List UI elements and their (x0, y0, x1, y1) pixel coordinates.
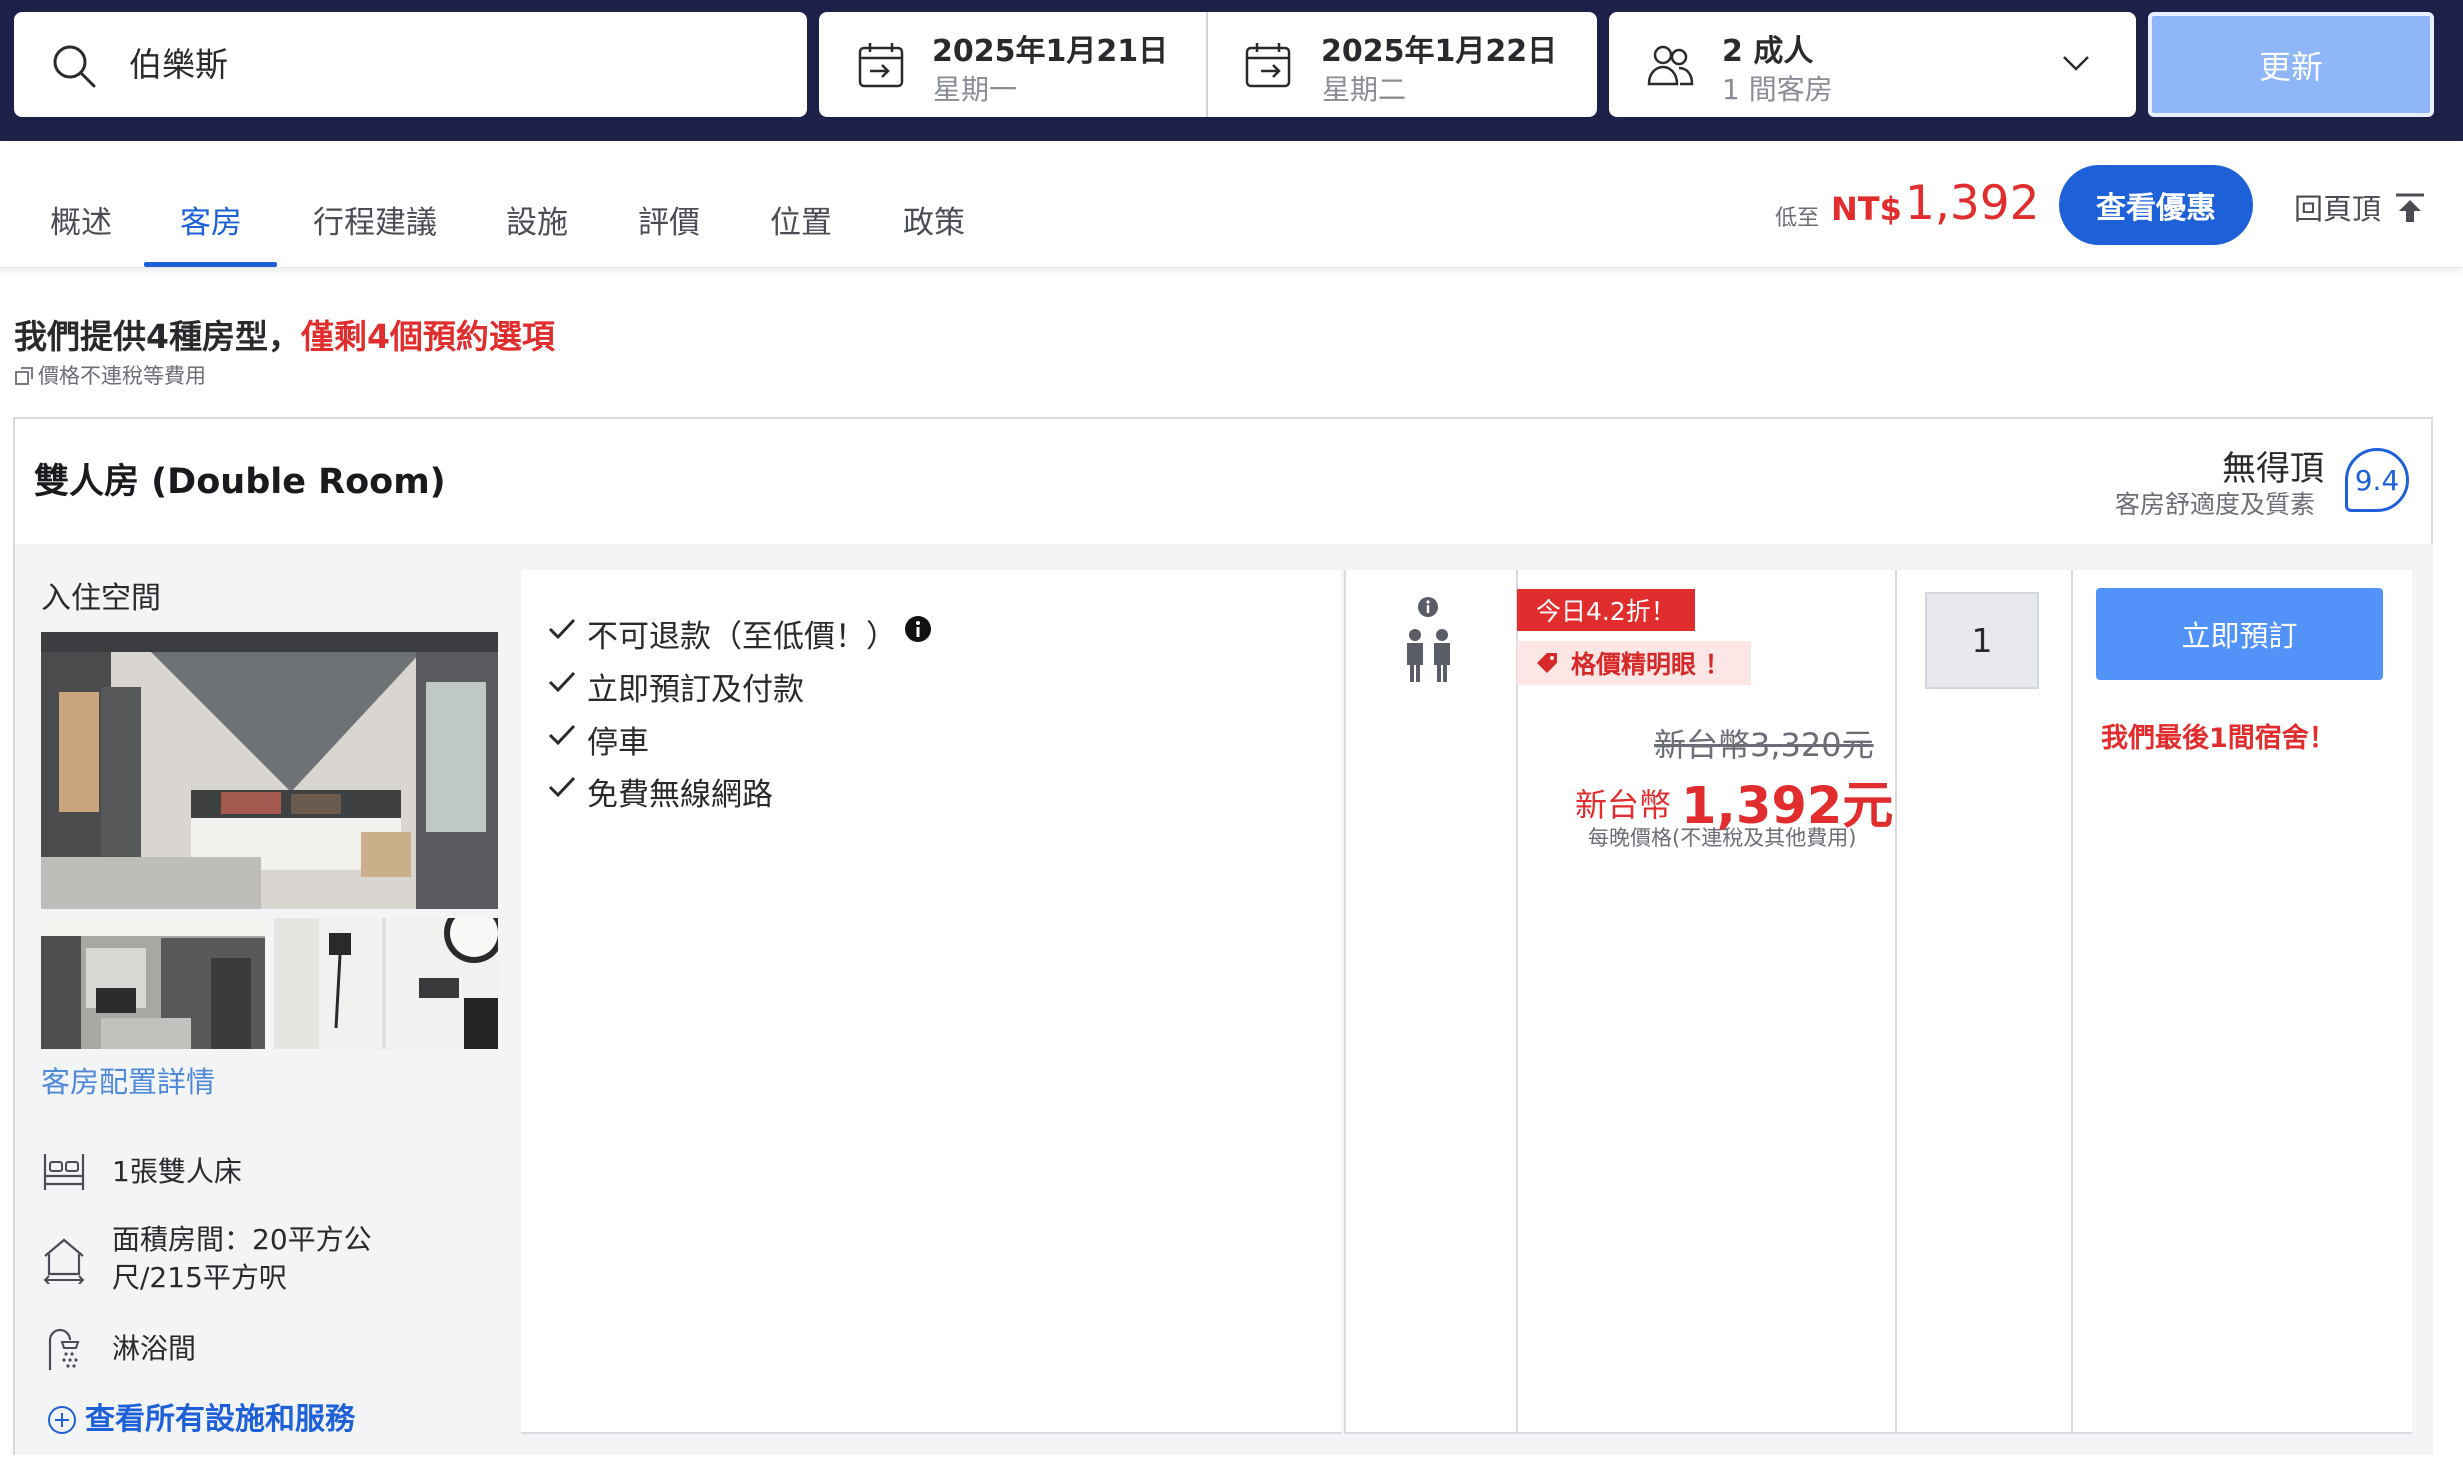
room-photo-main[interactable] (41, 632, 498, 909)
calendar-checkout-icon (1245, 43, 1291, 88)
house-icon (43, 1238, 85, 1284)
search-icon (53, 45, 96, 88)
condition-pay-now: 立即預訂及付款 (587, 672, 804, 708)
date-picker: 2025年1月21日 星期一 2025年1月22日 星期二 (819, 12, 1597, 117)
last-room-warning: 我們最後1間宿舍！ (2101, 723, 2336, 754)
condition-nonrefundable: 不可退款（至低價！） (587, 619, 897, 655)
room-thumb-2-image (274, 918, 498, 1049)
back-to-top-label: 回頁頂 (2294, 192, 2382, 226)
room-space-label: 入住空間 (41, 581, 161, 616)
room-title: 雙人房 (Double Room) (34, 462, 446, 502)
tab-reviews[interactable]: 評價 (638, 197, 700, 242)
tab-location[interactable]: 位置 (770, 197, 832, 242)
room-count-heading: 我們提供4種房型，僅剩4個預約選項 (14, 310, 555, 358)
occupancy-selector[interactable]: 2 成人 1 間客房 (1609, 12, 2136, 117)
calendar-checkin-icon (858, 43, 904, 88)
destination-text: 伯樂斯 (129, 45, 228, 84)
plus-circle-icon (48, 1406, 76, 1434)
room-count-text: 我們提供4種房型， (14, 317, 301, 356)
room-photo-image (41, 632, 498, 909)
bed-icon (43, 1154, 85, 1190)
info-icon[interactable] (904, 615, 932, 643)
tax-note: 價格不連稅等費用 (14, 360, 206, 390)
tab-facilities[interactable]: 設施 (506, 197, 568, 242)
per-night-note: 每晚價格(不連稅及其他費用) (1588, 826, 1857, 850)
chevron-down-icon (2063, 56, 2089, 71)
options-remaining-text: 僅剩4個預約選項 (300, 317, 555, 356)
see-all-facilities-link[interactable]: 查看所有設施和服務 (47, 1394, 355, 1438)
great-value-badge: 格價精明眼 ！ (1517, 641, 1751, 685)
check-icon (548, 776, 576, 798)
check-icon (548, 671, 576, 693)
room-photo-thumb-1[interactable] (41, 918, 265, 1049)
room-booking-column (2071, 570, 2412, 1434)
guests-icon (1647, 45, 1694, 86)
today-discount-badge: 今日4.2折！ (1517, 589, 1695, 631)
search-bar: 伯樂斯 2025年1月21日 星期一 2025年1月22日 星期二 2 成人 1… (0, 0, 2463, 141)
bed-feature-text: 1張雙人床 (112, 1155, 242, 1188)
price-tag-icon (1537, 653, 1557, 673)
checkin-weekday: 星期一 (933, 73, 1018, 106)
shower-feature-text: 淋浴間 (112, 1332, 197, 1365)
checkout-date: 2025年1月22日 (1321, 34, 1558, 69)
lowest-price-prefix: 低至 (1775, 206, 1820, 231)
check-icon (548, 618, 576, 640)
rooms-count: 1 間客房 (1722, 73, 1833, 106)
room-capacity-column (1344, 570, 1516, 1434)
checkout-field[interactable]: 2025年1月22日 星期二 (1208, 12, 1597, 117)
capacity-info-icon[interactable] (1417, 596, 1439, 618)
condition-wifi: 免費無線網路 (587, 777, 773, 813)
active-tab-indicator (144, 262, 277, 267)
back-to-top-link[interactable]: 回頁頂 (2294, 186, 2426, 228)
external-note-icon (15, 367, 33, 385)
tab-itinerary[interactable]: 行程建議 (313, 197, 437, 242)
lowest-price-value: 1,392 (1905, 176, 2040, 231)
check-icon (548, 724, 576, 746)
arrow-up-icon (2396, 193, 2425, 222)
checkout-weekday: 星期二 (1322, 73, 1407, 106)
area-feature-text: 面積房間：20平方公尺/215平方呎 (112, 1223, 372, 1294)
original-price: 新台幣3,320元 (1654, 726, 1874, 764)
review-score-badge: 9.4 (2345, 448, 2409, 512)
review-word: 無得頂 (2222, 449, 2324, 489)
two-adults-icon (1407, 629, 1450, 682)
tab-policies[interactable]: 政策 (903, 197, 965, 242)
great-value-text: 格價精明眼 ！ (1571, 650, 1730, 679)
lowest-price-currency: NT$ (1831, 190, 1902, 228)
room-layout-detail-link[interactable]: 客房配置詳情 (41, 1059, 215, 1101)
tax-note-text: 價格不連稅等費用 (38, 364, 206, 388)
room-photo-thumb-2[interactable] (274, 918, 498, 1049)
room-quantity-column (1895, 570, 2071, 1434)
room-price-column (1516, 570, 1895, 1434)
destination-search-input[interactable]: 伯樂斯 (14, 12, 807, 117)
checkin-field[interactable]: 2025年1月21日 星期一 (819, 12, 1206, 117)
tab-overview[interactable]: 概述 (50, 197, 112, 242)
condition-parking: 停車 (587, 725, 649, 761)
guests-count: 2 成人 (1722, 34, 1814, 69)
shower-icon (48, 1328, 80, 1370)
see-all-label: 查看所有設施和服務 (85, 1402, 355, 1437)
update-button[interactable]: 更新 (2148, 12, 2434, 117)
checkin-date: 2025年1月21日 (932, 34, 1169, 69)
tab-rooms[interactable]: 客房 (180, 197, 242, 242)
book-now-button[interactable]: 立即預訂 (2096, 588, 2383, 680)
review-subtitle: 客房舒適度及質素 (2115, 490, 2316, 519)
view-deals-button[interactable]: 查看優惠 (2059, 165, 2253, 245)
room-thumb-1-image (41, 918, 265, 1049)
room-quantity-select[interactable]: 1 (1925, 592, 2039, 689)
discounted-price-currency: 新台幣 (1575, 786, 1672, 824)
